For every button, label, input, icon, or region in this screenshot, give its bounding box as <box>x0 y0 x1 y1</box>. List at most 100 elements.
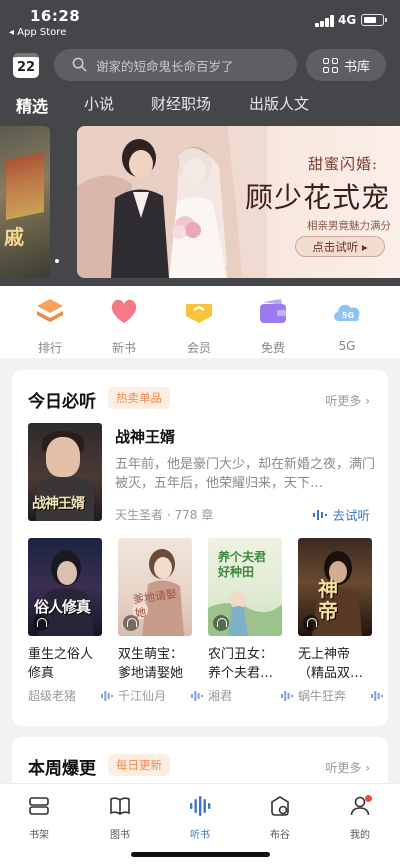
audio-wave-icon <box>101 690 113 701</box>
home-indicator <box>131 852 270 857</box>
ranking-icon <box>37 299 63 322</box>
banner-previous-text: 戚 <box>4 225 24 249</box>
calendar-day: 22 <box>16 60 36 75</box>
top-header: 16:28 ◂ App Store 4G 22 谢家的短命鬼长命百岁了 书库 精… <box>0 0 400 286</box>
weekly-more-link[interactable]: 听更多 › <box>325 759 370 776</box>
featured-book-cover[interactable]: 战神王婿 <box>28 423 102 521</box>
cellular-signal-icon <box>315 15 335 27</box>
tab-novel[interactable]: 小说 <box>84 93 114 114</box>
tabbar-bookshelf-label: 书架 <box>29 830 49 841</box>
category-vip-label: 会员 <box>186 341 211 355</box>
daily-update-badge: 每日更新 <box>108 754 170 776</box>
tabbar-profile-label: 我的 <box>350 830 370 841</box>
vip-icon <box>186 304 212 323</box>
tabbar-bugu-label: 布谷 <box>270 830 290 841</box>
tabbar-books[interactable]: 图书 <box>95 794 145 841</box>
back-to-app-store-link[interactable]: ◂ App Store <box>9 27 66 38</box>
status-bar: 16:28 ◂ App Store 4G <box>0 0 400 44</box>
book-author: 超级老猪 <box>28 689 77 703</box>
book-author: 蜗牛狂奔 <box>298 689 347 703</box>
audio-wave-icon <box>313 509 328 520</box>
audio-wave-icon <box>281 690 293 701</box>
book-card[interactable]: 神帝 无上神帝（精品双… 蜗牛狂奔 <box>298 538 383 704</box>
banner-description: 相亲男竟魅力满分 <box>307 220 391 232</box>
search-icon <box>72 57 87 72</box>
featured-book-author: 天生圣者 <box>115 508 164 522</box>
library-button[interactable]: 书库 <box>306 49 386 81</box>
heart-icon <box>111 299 137 323</box>
book-cover: 神帝 <box>298 538 372 636</box>
library-label: 书库 <box>344 59 371 75</box>
grid-icon <box>323 57 338 73</box>
book-cover-title: 养个夫君好种田 <box>218 550 267 579</box>
category-free-label: 免费 <box>260 341 285 355</box>
tab-featured[interactable]: 精选 <box>16 93 48 117</box>
cuckoo-icon <box>271 796 289 816</box>
book-card[interactable]: 爹地请娶她 双生萌宝：爹地请娶她 千江仙月 <box>118 538 203 704</box>
search-placeholder: 谢家的短命鬼长命百岁了 <box>96 58 234 74</box>
search-bar[interactable]: 谢家的短命鬼长命百岁了 <box>54 49 297 81</box>
category-vip[interactable]: 会员 <box>172 296 226 356</box>
category-shortcuts: 排行 新书 会员 免费 5G 5G <box>0 286 400 358</box>
battery-icon <box>361 14 387 26</box>
banner-title: 顾少花式宠 <box>245 181 391 214</box>
book-title: 无上神帝（精品双… <box>298 647 364 681</box>
headphones-icon <box>33 615 49 631</box>
book-title: 双生萌宝：爹地请娶她 <box>118 647 184 681</box>
headphones-icon <box>213 615 229 631</box>
featured-book-description: 五年前，他是豪门大少，却在新婚之夜，满门被灭，五年后，他荣耀归来，天下… <box>115 457 376 491</box>
wallet-icon <box>260 299 286 323</box>
tab-finance-career[interactable]: 财经职场 <box>151 93 211 114</box>
5g-cloud-icon: 5G <box>333 304 360 321</box>
audio-wave-icon <box>371 690 383 701</box>
tab-publishing-humanities[interactable]: 出版人文 <box>249 93 309 114</box>
tabbar-books-label: 图书 <box>110 830 130 841</box>
book-card[interactable]: 养个夫君好种田 农门丑女：养个夫君… 湘君 <box>208 538 293 704</box>
book-cover: 爹地请娶她 <box>118 538 192 636</box>
calendar-checkin-button[interactable]: 22 <box>13 53 39 78</box>
tabbar-audiobooks-label: 听书 <box>190 830 210 841</box>
today-section-title: 今日必听 <box>28 392 96 412</box>
category-free[interactable]: 免费 <box>246 296 300 356</box>
category-ranking[interactable]: 排行 <box>23 296 77 356</box>
book-icon <box>110 797 130 815</box>
notification-dot <box>365 795 372 802</box>
wedding-couple-illustration <box>77 126 267 278</box>
today-must-listen-card: 今日必听 热卖单品 听更多 › 战神王婿 战神王婿 五年前，他是豪门大少，却在新… <box>12 370 388 726</box>
book-cover: 俗人修真 <box>28 538 102 636</box>
category-5g[interactable]: 5G 5G <box>320 296 374 353</box>
book-author: 湘君 <box>208 689 233 703</box>
category-new-books-label: 新书 <box>111 341 136 355</box>
book-cover-title: 神帝 <box>318 577 338 623</box>
today-more-link[interactable]: 听更多 › <box>325 392 370 409</box>
tabbar-bugu[interactable]: 布谷 <box>255 794 305 841</box>
featured-cover-title: 战神王婿 <box>32 496 85 512</box>
carousel-indicator <box>55 259 59 263</box>
audio-wave-icon <box>191 690 203 701</box>
book-title: 重生之俗人修真 <box>28 647 94 681</box>
banner-slide[interactable]: 甜蜜闪婚: 顾少花式宠 相亲男竟魅力满分 点击试听 ▸ <box>77 126 400 278</box>
featured-book-chapters: 778 章 <box>174 508 214 522</box>
featured-book-title[interactable]: 战神王婿 <box>115 426 175 447</box>
tabbar-profile[interactable]: 我的 <box>335 794 385 841</box>
book-cover: 养个夫君好种田 <box>208 538 282 636</box>
bookshelf-icon <box>29 797 49 815</box>
category-new-books[interactable]: 新书 <box>97 296 151 356</box>
tabbar-bookshelf[interactable]: 书架 <box>14 794 64 841</box>
banner-previous-slide[interactable]: 戚 <box>0 126 50 278</box>
try-listen-button[interactable]: 去试听 <box>313 505 370 524</box>
category-tabs: 精选 小说 财经职场 出版人文 <box>0 93 400 119</box>
featured-book-meta: 天生圣者 · 778 章 <box>115 508 214 522</box>
try-listen-label: 去试听 <box>332 508 370 523</box>
book-card[interactable]: 俗人修真 重生之俗人修真 超级老猪 <box>28 538 113 704</box>
tabbar-audiobooks[interactable]: 听书 <box>175 794 225 841</box>
banner-subtitle: 甜蜜闪婚: <box>308 155 379 173</box>
svg-text:5G: 5G <box>342 311 354 320</box>
status-time: 16:28 <box>30 7 81 25</box>
category-ranking-label: 排行 <box>37 341 62 355</box>
headphones-icon <box>123 615 139 631</box>
audio-wave-icon <box>190 796 211 816</box>
banner-listen-button[interactable]: 点击试听 ▸ <box>295 236 385 257</box>
network-type: 4G <box>338 13 357 27</box>
category-5g-label: 5G <box>338 339 356 353</box>
